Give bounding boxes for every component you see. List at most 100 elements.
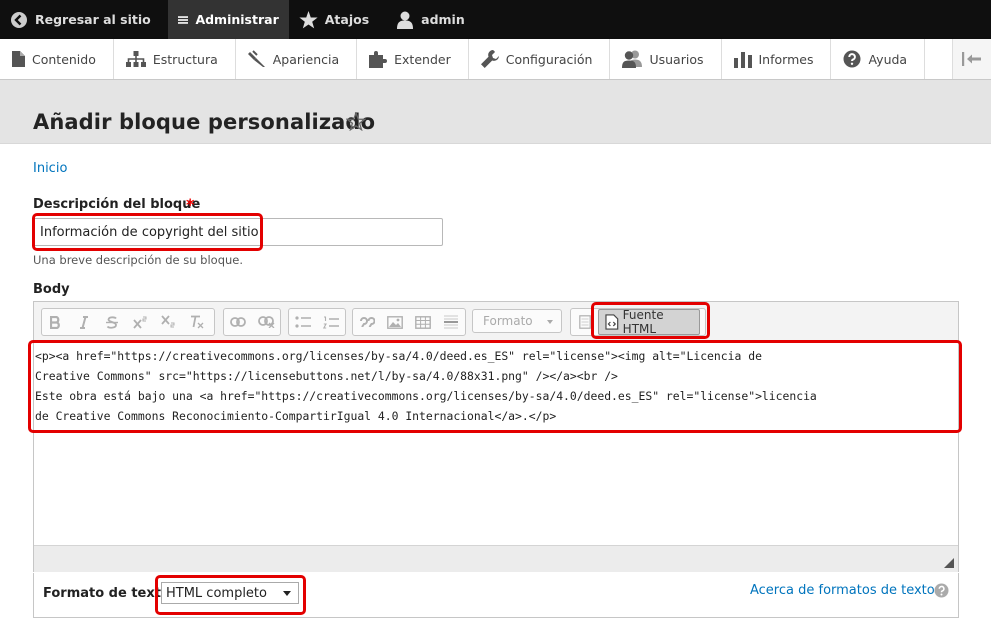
italic-button[interactable] [70,310,98,334]
shortcut-star-icon[interactable] [346,112,366,131]
tray-item-label: Extender [394,51,451,67]
user-tab[interactable]: admin [386,0,475,39]
maximize-icon [579,315,591,329]
source-html-button[interactable]: Fuente HTML [598,308,700,336]
body-label: Body [33,282,70,297]
back-arrow-icon [11,11,27,28]
tray-item-label: Usuarios [649,51,704,67]
image-icon [387,315,403,329]
editor-footer [34,545,958,572]
table-button[interactable] [409,310,437,334]
description-label: Descripción del bloque [33,197,201,212]
horizontal-rule-icon [444,315,458,329]
manage-label: Administrar [195,12,279,27]
list-button-group [288,308,346,336]
blockquote-button[interactable] [353,310,381,334]
tray-item-appearance[interactable]: Apariencia [236,39,358,79]
breadcrumb-home-link[interactable]: Inicio [33,161,67,176]
format-dropdown-label: Formato [483,314,533,328]
strikethrough-button[interactable] [98,310,126,334]
text-format-value: HTML completo [166,585,267,601]
numbered-list-button[interactable] [317,310,345,334]
puzzle-icon [369,51,388,68]
admin-tray: Contenido Estructura Apariencia Extender… [0,39,991,80]
resize-handle-icon[interactable] [944,558,954,568]
tray-item-help[interactable]: Ayuda [831,39,926,79]
help-icon [843,50,861,68]
body-editor: Formato Fuente HTML [33,301,959,572]
source-line: Creative Commons" src="https://licensebu… [35,369,618,383]
quote-icon [359,317,375,327]
shortcuts-tab[interactable]: Atajos [289,0,379,39]
editor-toolbar: Formato Fuente HTML [34,302,958,342]
manage-tab[interactable]: Administrar [167,0,289,39]
collapse-left-icon [962,52,981,66]
block-button-group [352,308,466,336]
subscript-icon [161,315,175,328]
link-icon [230,317,246,327]
star-icon [299,10,318,28]
italic-icon [80,315,88,329]
tray-item-label: Estructura [152,51,218,67]
users-icon [622,50,643,68]
source-line: de Creative Commons Reconocimiento-Compa… [35,409,557,423]
source-html-label: Fuente HTML [622,308,664,336]
unlink-button[interactable] [252,310,280,334]
link-button[interactable] [224,310,252,334]
description-input[interactable] [33,218,443,246]
description-help: Una breve descripción de su bloque. [33,253,244,267]
page-title: Añadir bloque personalizado [33,110,376,134]
text-format-help-link[interactable]: Acerca de formatos de texto [750,583,935,598]
tray-orientation-toggle[interactable] [952,39,991,79]
bulleted-list-icon [295,316,311,328]
back-to-site-link[interactable]: Regresar al sitio [0,0,161,39]
shortcuts-label: Atajos [324,12,370,27]
superscript-icon [133,316,147,329]
source-file-icon [605,314,619,330]
text-format-select[interactable]: HTML completo [161,582,299,604]
hamburger-icon [177,15,189,24]
tray-item-label: Configuración [505,51,593,67]
chevron-down-icon [547,320,553,324]
tray-item-label: Informes [758,51,814,67]
admin-toolbar: Regresar al sitio Administrar Atajos adm… [0,0,991,39]
tray-item-label: Ayuda [868,51,908,67]
strikethrough-icon [106,315,118,329]
tray-item-reports[interactable]: Informes [722,39,832,79]
bold-icon [50,315,60,329]
back-to-site-label: Regresar al sitio [35,12,151,27]
tray-item-configuration[interactable]: Configuración [469,39,611,79]
text-format-row: Formato de texto HTML completo Acerca de… [33,573,959,618]
sitemap-icon [125,51,146,67]
source-line: Este obra está bajo una <a href="https:/… [35,389,817,403]
tray-item-users[interactable]: Usuarios [610,39,722,79]
superscript-button[interactable] [126,310,154,334]
format-dropdown[interactable]: Formato [472,309,562,333]
tray-item-content[interactable]: Contenido [0,39,114,79]
numbered-list-icon [323,315,339,329]
maximize-button[interactable] [571,310,599,334]
tray-item-structure[interactable]: Estructura [114,39,236,79]
chevron-down-icon [283,591,291,596]
subscript-button[interactable] [154,310,182,334]
tray-item-extend[interactable]: Extender [357,39,469,79]
remove-format-button[interactable] [182,310,210,334]
user-icon [397,11,414,29]
link-button-group [223,308,281,336]
wrench-icon [480,50,499,68]
bar-chart-icon [733,52,752,68]
bold-button[interactable] [42,310,70,334]
bulleted-list-button[interactable] [289,310,317,334]
help-icon [934,583,949,598]
image-button[interactable] [381,310,409,334]
unlink-icon [257,316,274,328]
tray-spacer [925,39,952,79]
text-format-label: Formato de texto [43,586,170,601]
tray-item-label: Apariencia [272,51,340,67]
required-mark: * [186,195,195,214]
source-line: <p><a href="https://creativecommons.org/… [35,349,762,363]
paintbrush-icon [247,50,265,67]
formatting-button-group [41,308,215,336]
horizontal-rule-button[interactable] [437,310,465,334]
user-label: admin [421,12,465,27]
